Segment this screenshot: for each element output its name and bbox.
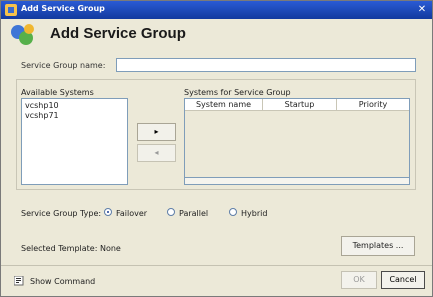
move-left-button[interactable]: ◂: [137, 144, 176, 162]
service-group-type-label: Service Group Type:: [21, 209, 102, 218]
parallel-radio[interactable]: [167, 208, 175, 216]
window-title: Add Service Group: [21, 4, 105, 13]
failover-label: Failover: [116, 209, 148, 218]
command-icon[interactable]: [14, 276, 24, 286]
hybrid-label: Hybrid: [241, 209, 268, 218]
footer-divider: [1, 265, 432, 266]
close-icon[interactable]: ✕: [416, 4, 428, 16]
hybrid-radio[interactable]: [229, 208, 237, 216]
available-systems-label: Available Systems: [21, 88, 94, 97]
ok-button[interactable]: OK: [341, 271, 377, 289]
list-item[interactable]: vcshp10: [25, 101, 59, 110]
service-group-icon: [11, 24, 34, 45]
list-item[interactable]: vcshp71: [25, 111, 59, 120]
systems-for-group-label: Systems for Service Group: [184, 88, 291, 97]
templates-button[interactable]: Templates ...: [341, 236, 415, 256]
column-header-startup[interactable]: Startup: [263, 99, 337, 111]
service-group-name-label: Service Group name:: [21, 61, 106, 70]
add-service-group-dialog: Add Service Group ✕ Add Service Group Se…: [0, 0, 433, 297]
app-icon: [5, 4, 17, 16]
column-header-priority[interactable]: Priority: [337, 99, 409, 111]
systems-table[interactable]: System name Startup Priority: [184, 98, 410, 178]
failover-radio[interactable]: [104, 208, 112, 216]
table-scrollbar[interactable]: [184, 178, 410, 185]
title-bar[interactable]: Add Service Group ✕: [1, 1, 432, 19]
move-right-button[interactable]: ▸: [137, 123, 176, 141]
show-command-link[interactable]: Show Command: [30, 277, 95, 286]
page-title: Add Service Group: [50, 25, 186, 42]
selected-template-label: Selected Template: None: [21, 244, 121, 253]
cancel-button[interactable]: Cancel: [381, 271, 425, 289]
parallel-label: Parallel: [179, 209, 209, 218]
service-group-name-input[interactable]: [116, 58, 416, 72]
available-systems-list[interactable]: vcshp10 vcshp71: [21, 98, 128, 185]
column-header-system-name[interactable]: System name: [185, 99, 263, 111]
